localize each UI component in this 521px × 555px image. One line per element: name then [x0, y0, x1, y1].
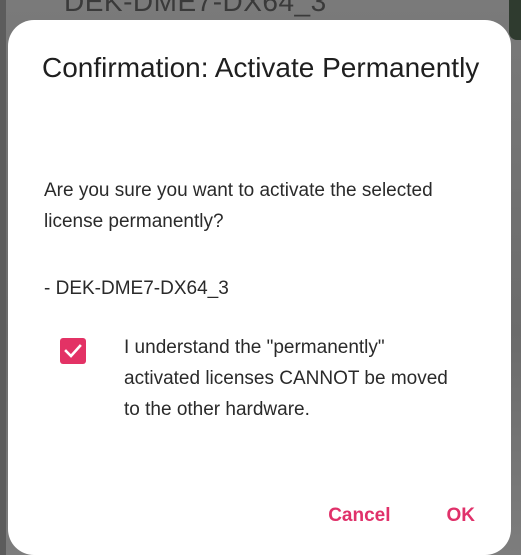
dialog-message: Are you sure you want to activate the se…: [44, 180, 433, 232]
dialog-title: Confirmation: Activate Permanently: [42, 52, 480, 83]
license-item: - DEK-DME7-DX64_3: [44, 278, 229, 299]
cancel-button[interactable]: Cancel: [328, 501, 390, 531]
background-corner: [509, 0, 521, 40]
ok-button[interactable]: OK: [447, 501, 476, 531]
check-icon: [64, 344, 82, 358]
acknowledgement-text: I understand the "permanently" activated…: [124, 337, 448, 420]
acknowledgement-checkbox[interactable]: [60, 338, 86, 364]
background-license-text: DEK-DME7-DX64_3: [64, 0, 327, 17]
dialog-actions: Cancel OK: [328, 501, 475, 531]
confirmation-dialog: Confirmation: Activate Permanently Are y…: [8, 20, 511, 555]
acknowledgement-row[interactable]: I understand the "permanently" activated…: [60, 332, 490, 425]
background-edge: [0, 0, 6, 555]
